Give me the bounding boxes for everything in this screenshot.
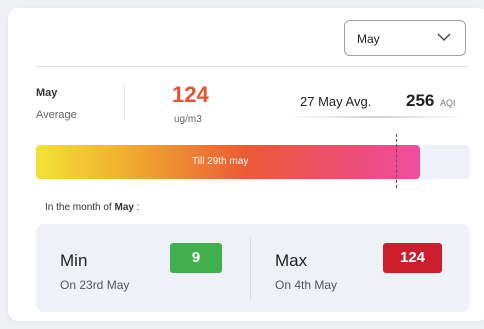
stats-separator: [250, 238, 251, 300]
month-select-value: May: [357, 32, 380, 46]
month-note: In the month of May :: [45, 202, 140, 213]
month-note-month: May: [114, 202, 134, 213]
day-average-label: 27 May Avg.: [300, 94, 372, 109]
day-average-value: 256: [406, 91, 435, 110]
average-value: 124: [172, 82, 209, 107]
month-select[interactable]: May: [344, 20, 466, 56]
min-date: On 23rd May: [60, 278, 130, 292]
header-divider: [36, 66, 468, 67]
max-date: On 4th May: [275, 278, 338, 292]
min-badge: 9: [170, 243, 222, 273]
month-note-suffix: :: [133, 202, 140, 213]
progress-label: Till 29th may: [192, 156, 249, 167]
max-badge: 124: [383, 243, 442, 273]
min-title: Min: [60, 251, 88, 270]
day-average-unit: AQI: [440, 98, 456, 108]
summary-month: May: [36, 87, 58, 99]
average-unit: ug/m3: [174, 114, 202, 125]
summary-separator: [124, 84, 125, 120]
month-note-prefix: In the month of: [45, 202, 115, 213]
today-marker: [396, 134, 397, 188]
max-title: Max: [275, 251, 308, 270]
chevron-down-icon: [437, 33, 451, 41]
average-label: Average: [36, 109, 77, 121]
day-average-underline: [286, 116, 466, 118]
